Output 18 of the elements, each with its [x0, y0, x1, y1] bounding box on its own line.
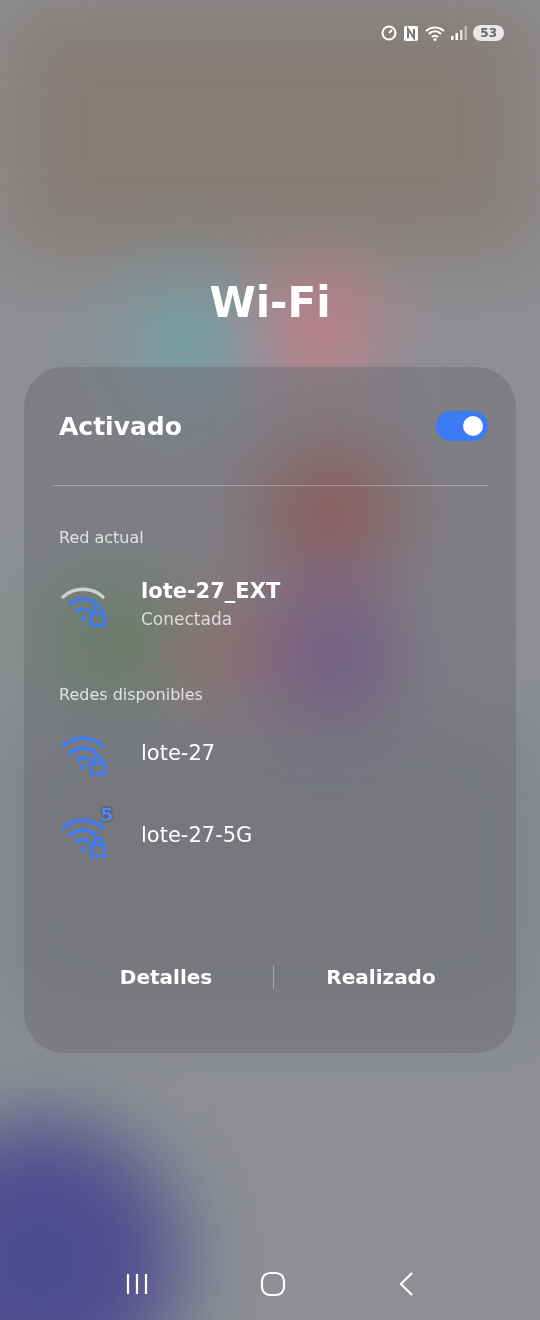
wifi-icon [425, 25, 446, 41]
section-heading: Red actual [59, 528, 145, 547]
dialog-button[interactable]: Realizado [274, 964, 488, 990]
wifi-switch[interactable] [436, 411, 488, 441]
home-icon[interactable] [260, 1271, 286, 1297]
toggle-label: Activado [59, 411, 182, 441]
network-name[interactable]: lote-27-5G [141, 823, 253, 847]
recents-icon[interactable] [125, 1272, 150, 1296]
dialog-button[interactable]: Detalles [59, 964, 273, 990]
page-title: Wi-Fi [208, 278, 332, 327]
network-name[interactable]: lote-27 [141, 741, 216, 765]
network-name[interactable]: lote-27_EXT [141, 579, 281, 603]
battery-level: 53 [473, 25, 504, 41]
signal-icon [451, 26, 468, 40]
gauge-icon [381, 25, 398, 41]
network-status: Conectada [141, 609, 234, 629]
section-heading: Redes disponibles [59, 685, 204, 704]
band-label: 5 [100, 804, 113, 825]
